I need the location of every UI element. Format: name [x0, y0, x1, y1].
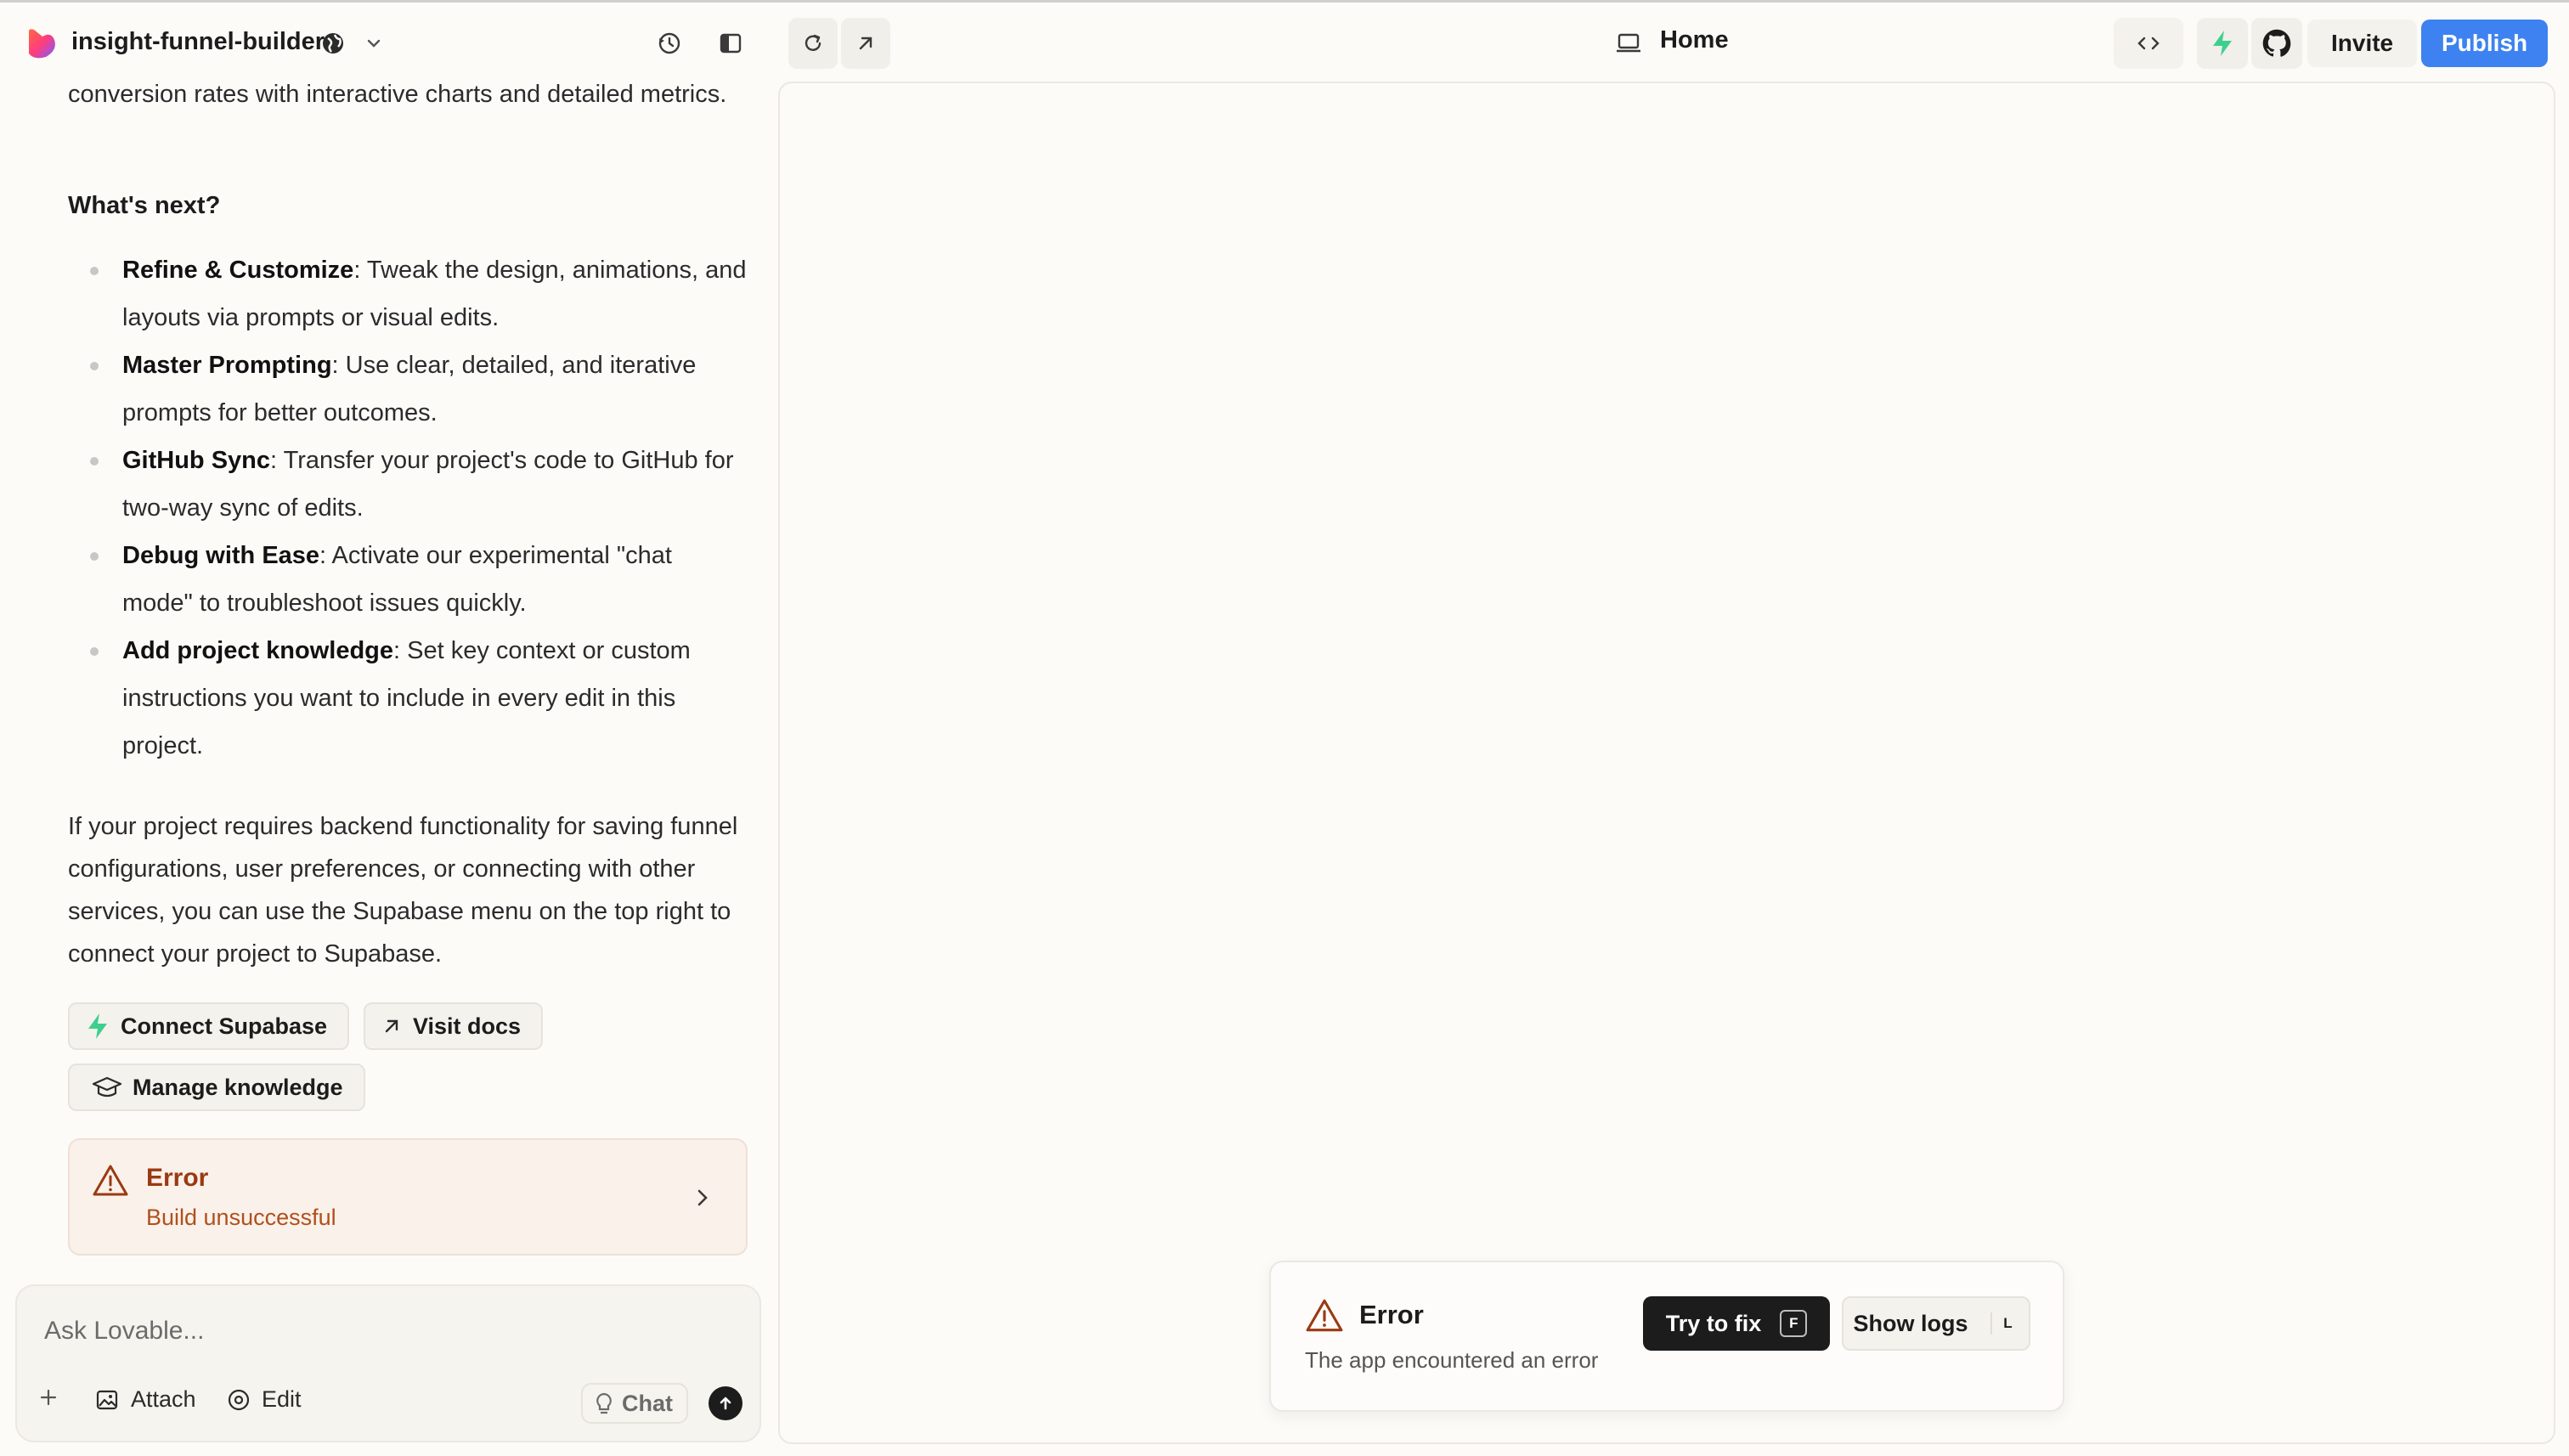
intro-paragraph: conversion rates with interactive charts… [68, 81, 727, 108]
manage-knowledge-button[interactable]: Manage knowledge [68, 1064, 365, 1111]
globe-icon[interactable] [318, 26, 348, 60]
list-item: Refine & Customize: Tweak the design, an… [68, 246, 748, 341]
invite-button[interactable]: Invite [2307, 20, 2418, 67]
error-toast: Error The app encountered an error Try t… [1269, 1261, 2064, 1412]
supabase-icon [2213, 31, 2232, 56]
toast-title: Error [1359, 1300, 1424, 1329]
graduation-cap-icon [92, 1076, 122, 1098]
route-label[interactable]: Home [1660, 26, 1729, 54]
github-icon [2262, 29, 2291, 57]
chat-panel: conversion rates with interactive charts… [0, 73, 765, 1456]
show-logs-button[interactable]: Show logs L [1842, 1296, 2030, 1351]
open-in-new-tab-button[interactable] [841, 18, 890, 69]
try-to-fix-button[interactable]: Try to fix F [1643, 1296, 1830, 1351]
refresh-icon [805, 34, 822, 51]
build-error-card[interactable]: Error Build unsuccessful [68, 1138, 748, 1256]
error-subtitle: Build unsuccessful [146, 1205, 336, 1230]
shortcut-key: F [1780, 1310, 1808, 1337]
shortcut-key: L [1990, 1312, 2019, 1335]
project-name[interactable]: insight-funnel-builder [71, 28, 325, 56]
attach-button[interactable]: Attach [95, 1386, 196, 1413]
list-item: Add project knowledge: Set key context o… [68, 627, 748, 770]
list-item: GitHub Sync: Transfer your project's cod… [68, 437, 748, 532]
top-bar: insight-funnel-builder Home Invite Publi… [0, 0, 2569, 82]
tips-list: Refine & Customize: Tweak the design, an… [68, 246, 748, 770]
list-item: Debug with Ease: Activate our experiment… [68, 532, 748, 627]
toast-message: The app encountered an error [1305, 1347, 1599, 1373]
send-button[interactable] [709, 1386, 742, 1420]
warning-icon [93, 1165, 128, 1196]
sidebar-toggle-icon[interactable] [714, 26, 748, 60]
history-icon[interactable] [652, 26, 686, 60]
refresh-preview-button[interactable] [788, 18, 838, 69]
connect-supabase-button[interactable]: Connect Supabase [68, 1002, 350, 1050]
warning-icon [1306, 1299, 1343, 1332]
edit-button[interactable]: Edit [226, 1386, 302, 1413]
chat-composer: Ask Lovable... Attach Edit Chat [15, 1284, 761, 1442]
add-button[interactable] [37, 1386, 59, 1408]
supabase-icon [88, 1013, 107, 1039]
code-icon [2137, 37, 2160, 50]
chat-input[interactable]: Ask Lovable... [44, 1317, 204, 1346]
code-view-button[interactable] [2114, 18, 2183, 69]
backend-paragraph: If your project requires backend functio… [68, 813, 738, 968]
error-title: Error [146, 1164, 209, 1192]
arrow-up-right-icon [859, 37, 872, 50]
plus-icon [40, 1389, 57, 1406]
arrow-up-right-icon [385, 1019, 398, 1033]
chevron-right-icon [697, 1189, 708, 1206]
target-icon [228, 1389, 250, 1410]
whats-next-heading: What's next? [68, 192, 221, 219]
publish-button[interactable]: Publish [2421, 20, 2549, 67]
image-icon [96, 1390, 118, 1409]
laptop-icon [1614, 28, 1643, 59]
arrow-up-icon [720, 1397, 731, 1410]
list-item: Master Prompting: Use clear, detailed, a… [68, 341, 748, 437]
lovable-logo-icon[interactable] [25, 28, 58, 60]
preview-pane[interactable] [778, 82, 2555, 1444]
supabase-button[interactable] [2197, 18, 2248, 69]
visit-docs-button[interactable]: Visit docs [364, 1002, 544, 1050]
lightbulb-icon [596, 1392, 612, 1414]
chat-mode-button[interactable]: Chat [581, 1383, 688, 1424]
chevron-down-icon[interactable] [360, 28, 387, 59]
github-button[interactable] [2251, 18, 2302, 69]
